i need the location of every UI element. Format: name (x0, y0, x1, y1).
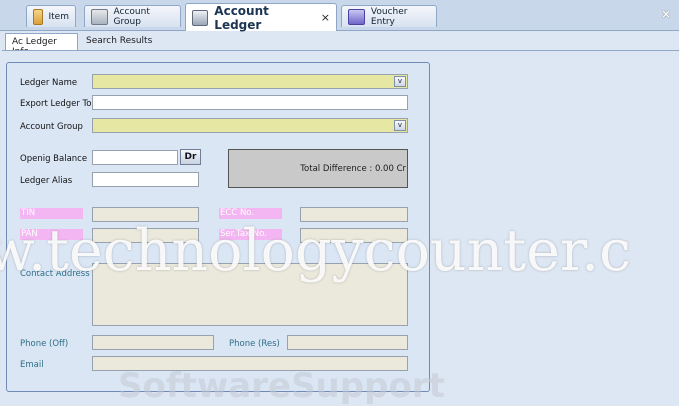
tab-ac-ledger-info[interactable]: Ac Ledger Info (5, 33, 78, 57)
window-close-icon[interactable]: × (661, 7, 671, 21)
tab-account-ledger-label: Account Ledger (214, 3, 269, 32)
ledger-icon (192, 9, 209, 26)
inner-tab-bar: Ac Ledger Info Search Results (2, 31, 679, 57)
tab-search-results-label: Search Results (86, 36, 153, 46)
ledger-name-label: Ledger Name (20, 78, 78, 88)
tab-account-ledger[interactable]: Account Ledger × (185, 3, 337, 32)
watermark-bottom-text: SoftwareSupport (118, 366, 445, 406)
opening-balance-input[interactable] (92, 150, 178, 165)
account-group-icon (91, 8, 108, 25)
tab-item-label: Item (48, 11, 70, 22)
dr-cr-toggle-button[interactable]: Dr (180, 149, 201, 165)
account-group-select[interactable]: v (92, 118, 408, 133)
account-group-label: Account Group (20, 122, 83, 132)
ledger-alias-label: Ledger Alias (20, 176, 73, 186)
item-icon (33, 8, 43, 25)
voucher-icon (348, 8, 365, 25)
tab-account-group[interactable]: Account Group (84, 5, 181, 27)
chevron-down-icon[interactable]: v (394, 76, 406, 87)
tab-account-group-label: Account Group (113, 6, 150, 27)
total-difference-text: Total Difference : 0.00 Cr (300, 163, 406, 174)
export-ledger-label: Export Ledger To (20, 99, 92, 109)
email-label: Email (20, 360, 44, 370)
phone-res-label: Phone (Res) (229, 339, 280, 349)
export-ledger-input[interactable] (92, 95, 408, 110)
chevron-down-icon[interactable]: v (394, 120, 406, 131)
document-tab-bar: Item Account Group Account Ledger × Vouc… (0, 0, 679, 32)
ledger-alias-input[interactable] (92, 172, 199, 187)
tab-voucher-entry-label: Voucher Entry (370, 6, 408, 27)
phone-off-input[interactable] (92, 335, 214, 350)
watermark-text: w.technologycounter.c (0, 218, 632, 284)
tab-search-results[interactable]: Search Results (80, 33, 160, 51)
opening-balance-label: Openig Balance (20, 154, 88, 164)
phone-off-label: Phone (Off) (20, 339, 69, 349)
close-tab-icon[interactable]: × (321, 11, 330, 24)
total-difference-box: Total Difference : 0.00 Cr (228, 149, 408, 188)
ledger-name-select[interactable]: v (92, 74, 408, 89)
tab-voucher-entry[interactable]: Voucher Entry (341, 5, 437, 27)
tab-item[interactable]: Item (26, 5, 76, 27)
phone-res-input[interactable] (287, 335, 408, 350)
